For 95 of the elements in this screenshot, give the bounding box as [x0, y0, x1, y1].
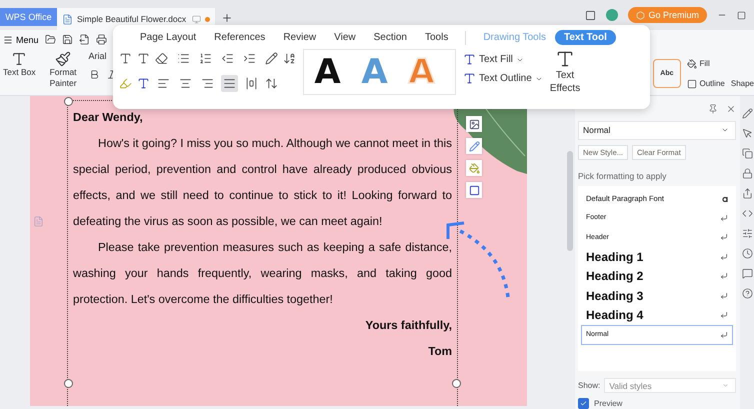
check-icon: [580, 400, 587, 407]
return-icon: [720, 252, 728, 261]
document-icon: [62, 14, 73, 24]
text-icon: [463, 72, 476, 85]
resize-handle[interactable]: [452, 379, 461, 388]
square-icon: [686, 78, 696, 88]
menu-icon: [3, 34, 13, 44]
bold-icon[interactable]: [88, 69, 100, 80]
window-icon[interactable]: [585, 10, 596, 20]
open-icon[interactable]: [44, 34, 56, 45]
shape-label[interactable]: Shape: [730, 79, 754, 88]
scrollbar-thumb[interactable]: [567, 151, 573, 251]
show-label: Show:: [578, 381, 600, 390]
new-tab-icon[interactable]: [221, 12, 233, 24]
return-icon: [720, 214, 728, 222]
help-icon[interactable]: [742, 288, 752, 299]
resize-handle[interactable]: [64, 379, 73, 388]
word-art-sample[interactable]: A: [314, 55, 341, 89]
style-item[interactable]: Heading 2: [581, 266, 733, 286]
alignment-button[interactable]: [221, 75, 238, 92]
style-item[interactable]: Heading 4: [581, 306, 733, 326]
ribbon-tab[interactable]: Page Layout: [131, 30, 206, 45]
ribbon-tab[interactable]: View: [325, 30, 365, 45]
outline-button[interactable]: [466, 182, 482, 198]
return-icon: [720, 233, 728, 242]
save-icon[interactable]: [62, 34, 73, 45]
decrease-indent-icon[interactable]: [221, 52, 234, 65]
return-icon: [720, 272, 728, 280]
font-name-field[interactable]: Arial: [88, 51, 117, 61]
copy-icon[interactable]: [742, 148, 752, 159]
alignment-icon: [157, 77, 170, 90]
ribbon-tab[interactable]: References: [205, 30, 274, 45]
preview-label: Preview: [594, 399, 622, 408]
text-effects-button[interactable]: Text Effects: [550, 49, 580, 95]
return-icon: [720, 311, 728, 320]
ribbon-tab[interactable]: Section: [364, 30, 416, 45]
share-icon[interactable]: [742, 188, 752, 199]
hexagon-icon: [636, 10, 646, 20]
sliders-icon[interactable]: [742, 228, 752, 239]
export-icon[interactable]: [78, 34, 90, 45]
format-painter-button[interactable]: Format Painter: [50, 51, 77, 90]
numbered-list-icon[interactable]: [199, 52, 212, 65]
ribbon-tab[interactable]: Review: [274, 30, 326, 45]
text-box-icon: [11, 51, 28, 67]
menu-button[interactable]: Menu: [3, 34, 39, 44]
monitor-icon[interactable]: [192, 14, 201, 24]
edit-icon[interactable]: [742, 108, 752, 119]
lock-icon[interactable]: [742, 168, 752, 179]
paint-bucket-icon: [686, 58, 696, 68]
history-icon[interactable]: [742, 248, 752, 259]
pin-icon[interactable]: [708, 104, 718, 114]
resize-handle[interactable]: [64, 97, 73, 106]
return-icon: [720, 292, 728, 300]
font-color-icon[interactable]: [137, 77, 150, 90]
line-spacing-icon[interactable]: [265, 77, 278, 90]
text-outline-button[interactable]: Text Outline: [463, 72, 543, 85]
document-title: Simple Beautiful Flower.docx: [77, 14, 186, 24]
text-icon: [555, 49, 575, 69]
body-paragraph: How's it going? I miss you so much. Although we cannot meet in this special period, prevention and control have already produced obvious effects, and we still need to continue to stick to it! Looking forward to defeating the virus as soon as possible, we can meet again!: [73, 136, 452, 230]
return-icon: [720, 330, 728, 339]
alignment-icon: [245, 77, 258, 90]
print-icon[interactable]: [96, 34, 107, 45]
show-dropdown[interactable]: Valid styles: [604, 378, 736, 393]
character-style-icon: [722, 194, 728, 202]
alignment-icon: [179, 77, 192, 90]
sort-icon[interactable]: [283, 52, 296, 65]
fill-button[interactable]: Fill: [686, 58, 754, 68]
eraser-icon[interactable]: [155, 52, 168, 65]
style-item[interactable]: Heading 3: [581, 286, 733, 306]
text-box-button[interactable]: Text Box: [3, 51, 36, 78]
close-icon[interactable]: [726, 104, 736, 114]
signature-text: Tom: [427, 344, 452, 360]
paintbrush-icon: [55, 51, 72, 67]
code-icon[interactable]: [742, 208, 752, 219]
increase-indent-icon[interactable]: [243, 52, 256, 65]
closing-text: Yours faithfully,: [364, 318, 452, 334]
greeting-text: Dear Wendy,: [73, 110, 144, 126]
chevron-down-icon: [722, 382, 729, 389]
maximize-icon[interactable]: [737, 10, 746, 20]
alignment-icon: [223, 77, 236, 90]
current-style-dropdown[interactable]: Normal: [578, 120, 736, 140]
pen-button[interactable]: [466, 138, 482, 154]
ribbon-tab[interactable]: Tools: [416, 30, 458, 45]
fill-button[interactable]: [466, 160, 482, 176]
text-icon: [463, 53, 476, 66]
pick-formatting-label: Pick formatting to apply: [578, 170, 668, 181]
alignment-icon: [201, 77, 214, 90]
layout-button[interactable]: [466, 116, 482, 132]
style-item[interactable]: Heading 1: [581, 247, 733, 267]
comment-icon[interactable]: [742, 268, 752, 279]
preview-checkbox[interactable]: [578, 398, 589, 409]
text-fill-button[interactable]: Text Fill: [463, 53, 543, 66]
pointer-icon[interactable]: [742, 128, 752, 139]
body-paragraph: Please take prevention measures such as keeping a safe distance, washing your hands frequently, wearing masks, and taking good protection. Let's overcome the difficulties together!: [73, 240, 452, 308]
outline-button[interactable]: Outline: [686, 78, 725, 88]
